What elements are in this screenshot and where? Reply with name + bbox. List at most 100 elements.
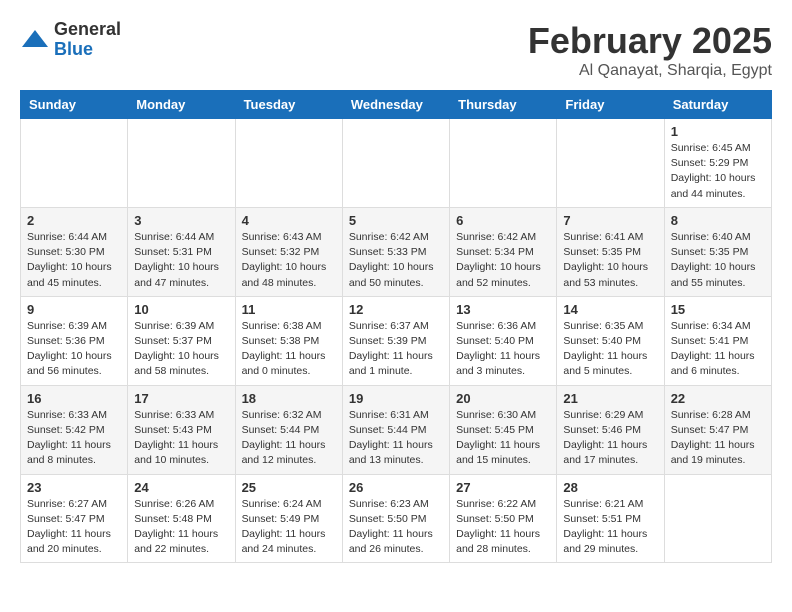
day-info: Sunrise: 6:22 AM Sunset: 5:50 PM Dayligh… <box>456 497 550 558</box>
day-info: Sunrise: 6:33 AM Sunset: 5:42 PM Dayligh… <box>27 408 121 469</box>
header-monday: Monday <box>128 91 235 119</box>
day-number: 15 <box>671 302 765 317</box>
calendar-cell: 24 Sunrise: 6:26 AM Sunset: 5:48 PM Dayli… <box>128 474 235 563</box>
calendar-cell: 22 Sunrise: 6:28 AM Sunset: 5:47 PM Dayli… <box>664 385 771 474</box>
day-info: Sunrise: 6:40 AM Sunset: 5:35 PM Dayligh… <box>671 230 765 291</box>
day-info: Sunrise: 6:33 AM Sunset: 5:43 PM Dayligh… <box>134 408 228 469</box>
day-number: 21 <box>563 391 657 406</box>
calendar-cell <box>235 119 342 208</box>
day-number: 9 <box>27 302 121 317</box>
calendar-week-row: 16 Sunrise: 6:33 AM Sunset: 5:42 PM Dayli… <box>21 385 772 474</box>
logo-general-text: General <box>54 20 121 40</box>
day-number: 11 <box>242 302 336 317</box>
calendar-week-row: 1 Sunrise: 6:45 AM Sunset: 5:29 PM Daylig… <box>21 119 772 208</box>
header-wednesday: Wednesday <box>342 91 449 119</box>
calendar-cell: 23 Sunrise: 6:27 AM Sunset: 5:47 PM Dayli… <box>21 474 128 563</box>
calendar-cell: 16 Sunrise: 6:33 AM Sunset: 5:42 PM Dayli… <box>21 385 128 474</box>
calendar-cell: 12 Sunrise: 6:37 AM Sunset: 5:39 PM Dayli… <box>342 296 449 385</box>
header-friday: Friday <box>557 91 664 119</box>
day-number: 28 <box>563 480 657 495</box>
logo: General Blue <box>20 20 121 60</box>
calendar-cell: 3 Sunrise: 6:44 AM Sunset: 5:31 PM Daylig… <box>128 207 235 296</box>
day-number: 16 <box>27 391 121 406</box>
day-info: Sunrise: 6:32 AM Sunset: 5:44 PM Dayligh… <box>242 408 336 469</box>
day-number: 22 <box>671 391 765 406</box>
day-number: 8 <box>671 213 765 228</box>
header-thursday: Thursday <box>450 91 557 119</box>
calendar-subtitle: Al Qanayat, Sharqia, Egypt <box>528 62 772 80</box>
logo-icon <box>20 25 50 55</box>
day-number: 26 <box>349 480 443 495</box>
calendar-cell <box>128 119 235 208</box>
calendar-cell: 2 Sunrise: 6:44 AM Sunset: 5:30 PM Daylig… <box>21 207 128 296</box>
day-info: Sunrise: 6:27 AM Sunset: 5:47 PM Dayligh… <box>27 497 121 558</box>
day-info: Sunrise: 6:34 AM Sunset: 5:41 PM Dayligh… <box>671 319 765 380</box>
day-number: 17 <box>134 391 228 406</box>
calendar-cell: 25 Sunrise: 6:24 AM Sunset: 5:49 PM Dayli… <box>235 474 342 563</box>
calendar-cell: 18 Sunrise: 6:32 AM Sunset: 5:44 PM Dayli… <box>235 385 342 474</box>
day-info: Sunrise: 6:36 AM Sunset: 5:40 PM Dayligh… <box>456 319 550 380</box>
header-tuesday: Tuesday <box>235 91 342 119</box>
day-info: Sunrise: 6:26 AM Sunset: 5:48 PM Dayligh… <box>134 497 228 558</box>
day-info: Sunrise: 6:24 AM Sunset: 5:49 PM Dayligh… <box>242 497 336 558</box>
day-info: Sunrise: 6:41 AM Sunset: 5:35 PM Dayligh… <box>563 230 657 291</box>
day-info: Sunrise: 6:37 AM Sunset: 5:39 PM Dayligh… <box>349 319 443 380</box>
calendar-cell: 11Sunrise: 6:38 AM Sunset: 5:38 PM Dayli… <box>235 296 342 385</box>
day-info: Sunrise: 6:44 AM Sunset: 5:31 PM Dayligh… <box>134 230 228 291</box>
day-number: 4 <box>242 213 336 228</box>
calendar-week-row: 23 Sunrise: 6:27 AM Sunset: 5:47 PM Dayli… <box>21 474 772 563</box>
calendar-cell: 26Sunrise: 6:23 AM Sunset: 5:50 PM Dayli… <box>342 474 449 563</box>
header-sunday: Sunday <box>21 91 128 119</box>
day-number: 24 <box>134 480 228 495</box>
title-section: February 2025 Al Qanayat, Sharqia, Egypt <box>528 20 772 80</box>
calendar-cell: 17 Sunrise: 6:33 AM Sunset: 5:43 PM Dayli… <box>128 385 235 474</box>
calendar-cell: 5Sunrise: 6:42 AM Sunset: 5:33 PM Daylig… <box>342 207 449 296</box>
day-number: 20 <box>456 391 550 406</box>
calendar-week-row: 9 Sunrise: 6:39 AM Sunset: 5:36 PM Daylig… <box>21 296 772 385</box>
day-info: Sunrise: 6:39 AM Sunset: 5:37 PM Dayligh… <box>134 319 228 380</box>
calendar-cell: 1 Sunrise: 6:45 AM Sunset: 5:29 PM Daylig… <box>664 119 771 208</box>
day-number: 12 <box>349 302 443 317</box>
calendar-cell: 20 Sunrise: 6:30 AM Sunset: 5:45 PM Dayli… <box>450 385 557 474</box>
page-header: General Blue February 2025 Al Qanayat, S… <box>20 20 772 80</box>
calendar-header-row: SundayMondayTuesdayWednesdayThursdayFrid… <box>21 91 772 119</box>
day-number: 6 <box>456 213 550 228</box>
calendar-cell: 13 Sunrise: 6:36 AM Sunset: 5:40 PM Dayli… <box>450 296 557 385</box>
calendar-cell: 14 Sunrise: 6:35 AM Sunset: 5:40 PM Dayli… <box>557 296 664 385</box>
calendar-cell <box>342 119 449 208</box>
logo-blue-text: Blue <box>54 40 121 60</box>
day-number: 14 <box>563 302 657 317</box>
day-number: 19 <box>349 391 443 406</box>
calendar-cell <box>557 119 664 208</box>
day-info: Sunrise: 6:21 AM Sunset: 5:51 PM Dayligh… <box>563 497 657 558</box>
day-info: Sunrise: 6:29 AM Sunset: 5:46 PM Dayligh… <box>563 408 657 469</box>
day-info: Sunrise: 6:35 AM Sunset: 5:40 PM Dayligh… <box>563 319 657 380</box>
day-number: 7 <box>563 213 657 228</box>
header-saturday: Saturday <box>664 91 771 119</box>
day-number: 5 <box>349 213 443 228</box>
calendar-cell: 19Sunrise: 6:31 AM Sunset: 5:44 PM Dayli… <box>342 385 449 474</box>
day-number: 3 <box>134 213 228 228</box>
day-number: 27 <box>456 480 550 495</box>
day-info: Sunrise: 6:39 AM Sunset: 5:36 PM Dayligh… <box>27 319 121 380</box>
day-info: Sunrise: 6:28 AM Sunset: 5:47 PM Dayligh… <box>671 408 765 469</box>
day-info: Sunrise: 6:30 AM Sunset: 5:45 PM Dayligh… <box>456 408 550 469</box>
calendar-cell: 9 Sunrise: 6:39 AM Sunset: 5:36 PM Daylig… <box>21 296 128 385</box>
calendar-week-row: 2 Sunrise: 6:44 AM Sunset: 5:30 PM Daylig… <box>21 207 772 296</box>
day-number: 1 <box>671 124 765 139</box>
day-number: 18 <box>242 391 336 406</box>
day-info: Sunrise: 6:44 AM Sunset: 5:30 PM Dayligh… <box>27 230 121 291</box>
calendar-cell: 4Sunrise: 6:43 AM Sunset: 5:32 PM Daylig… <box>235 207 342 296</box>
calendar-title: February 2025 <box>528 20 772 62</box>
day-number: 13 <box>456 302 550 317</box>
day-number: 23 <box>27 480 121 495</box>
day-info: Sunrise: 6:45 AM Sunset: 5:29 PM Dayligh… <box>671 141 765 202</box>
calendar-cell <box>450 119 557 208</box>
day-number: 10 <box>134 302 228 317</box>
day-number: 25 <box>242 480 336 495</box>
day-number: 2 <box>27 213 121 228</box>
calendar-cell: 10 Sunrise: 6:39 AM Sunset: 5:37 PM Dayli… <box>128 296 235 385</box>
calendar-cell: 28 Sunrise: 6:21 AM Sunset: 5:51 PM Dayli… <box>557 474 664 563</box>
calendar-table: SundayMondayTuesdayWednesdayThursdayFrid… <box>20 90 772 563</box>
calendar-cell <box>664 474 771 563</box>
